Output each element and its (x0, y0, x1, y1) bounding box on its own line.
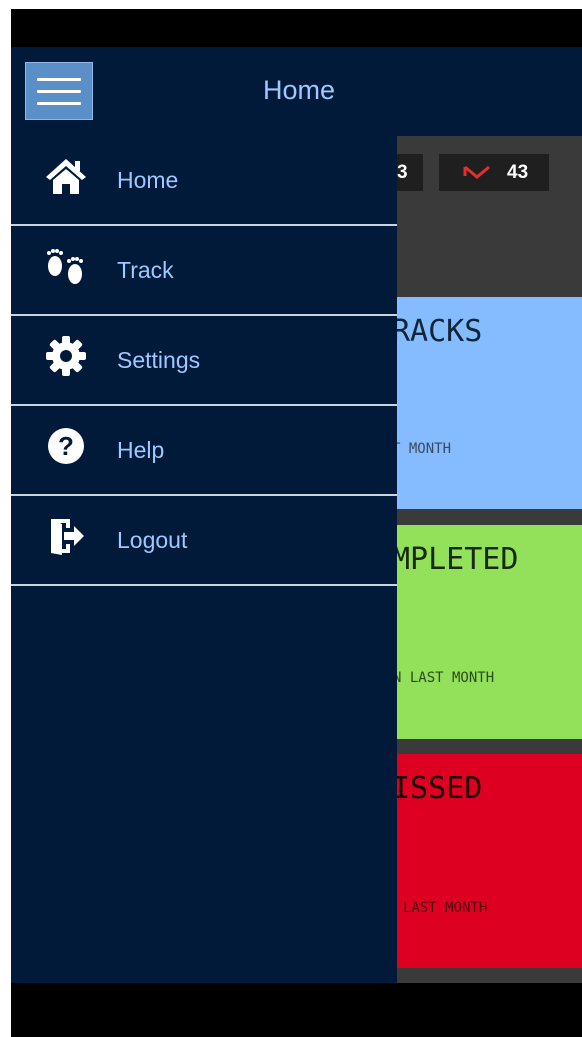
drawer-item-label: Help (117, 437, 165, 463)
svg-text:?: ? (58, 431, 74, 461)
drawer-item-settings[interactable]: Settings (11, 316, 397, 406)
drawer-item-label: Settings (117, 347, 201, 373)
hamburger-menu-button[interactable] (25, 62, 93, 120)
drawer-item-label: Logout (117, 527, 188, 553)
status-bar (11, 9, 582, 47)
menu-icon (37, 89, 81, 93)
app-screen: Home 3 43 RACKS T MONTH MPLETED N LAST M… (11, 47, 582, 983)
tracks-card[interactable]: RACKS T MONTH (397, 297, 582, 509)
drawer-item-track[interactable]: Track (11, 226, 397, 316)
home-icon (44, 154, 88, 198)
question-icon: ? (44, 424, 88, 468)
device-frame: Home 3 43 RACKS T MONTH MPLETED N LAST M… (11, 9, 582, 1037)
gear-icon (44, 334, 88, 378)
card-subtitle: LAST MONTH (403, 900, 488, 916)
drawer-item-help[interactable]: ? Help (11, 406, 397, 496)
app-header: Home (11, 47, 582, 136)
navigation-bar (11, 983, 582, 1037)
logout-icon (44, 514, 88, 558)
footprints-icon (44, 244, 88, 288)
card-subtitle: T MONTH (397, 441, 452, 457)
menu-icon (37, 101, 81, 105)
drawer-item-home[interactable]: Home (11, 136, 397, 226)
stat-value: 43 (507, 161, 529, 183)
stat-chip-right: 43 (439, 154, 549, 191)
page-title: Home (263, 75, 336, 105)
stat-value: 3 (397, 161, 408, 183)
card-title: ISSED (397, 771, 483, 806)
card-title: MPLETED (397, 542, 519, 577)
card-subtitle: N LAST MONTH (397, 670, 495, 686)
missed-card[interactable]: ISSED LAST MONTH (397, 754, 582, 968)
navigation-drawer: Home Track Settings ? Help Logout (11, 136, 397, 983)
drawer-item-logout[interactable]: Logout (11, 496, 397, 586)
trend-down-arrow-icon (463, 165, 490, 179)
menu-icon (37, 77, 81, 81)
drawer-item-label: Track (117, 257, 174, 283)
card-title: RACKS (397, 314, 483, 349)
drawer-item-label: Home (117, 167, 179, 193)
completed-card[interactable]: MPLETED N LAST MONTH (397, 525, 582, 739)
